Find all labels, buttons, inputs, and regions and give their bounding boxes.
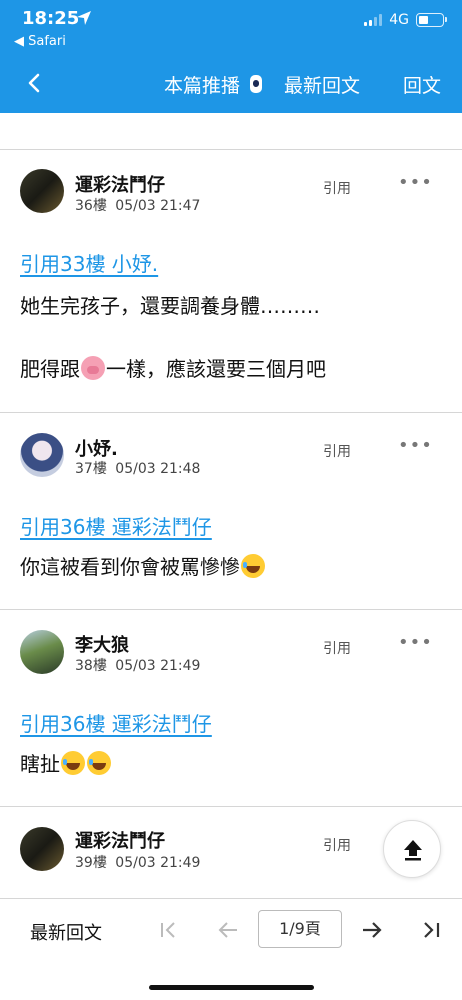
rofl-emoji-icon (61, 751, 85, 775)
post-text-fragment: 瞎扯 (20, 752, 60, 776)
top-bar: 18:25 ◀ Safari 4G 本篇推播 最新回文 回文 (0, 0, 462, 113)
avatar[interactable] (20, 169, 64, 213)
floor-number: 38樓 (75, 658, 107, 674)
more-dots-icon[interactable]: ••• (398, 435, 433, 456)
quote-button[interactable]: 引用 (323, 638, 351, 658)
latest-replies-button[interactable]: 最新回文 (284, 71, 360, 98)
pig-emoji-icon (81, 356, 105, 380)
status-right: 4G (364, 12, 447, 28)
quote-button[interactable]: 引用 (323, 441, 351, 461)
divider (0, 149, 462, 150)
post-datetime: 05/03 21:49 (115, 658, 201, 674)
username[interactable]: 李大狼 (75, 631, 129, 657)
username[interactable]: 運彩法鬥仔 (75, 827, 165, 853)
post-datetime: 05/03 21:49 (115, 855, 201, 871)
latest-replies-tab[interactable]: 最新回文 (30, 919, 102, 945)
floor-number: 37樓 (75, 461, 107, 477)
floor-number: 39樓 (75, 855, 107, 871)
post-meta: 39樓 05/03 21:49 (75, 852, 200, 872)
quote-button[interactable]: 引用 (323, 178, 351, 198)
scroll-top-button[interactable] (383, 820, 441, 878)
post-datetime: 05/03 21:47 (115, 198, 201, 214)
post-text-fragment: 肥得跟 (20, 357, 80, 381)
quote-link[interactable]: 引用36樓 運彩法鬥仔 (20, 708, 212, 737)
broadcast-button[interactable]: 本篇推播 (164, 71, 240, 98)
username[interactable]: 運彩法鬥仔 (75, 171, 165, 197)
first-page-icon[interactable] (158, 919, 180, 941)
page-indicator[interactable]: 1/9頁 (258, 910, 342, 948)
quote-button[interactable]: 引用 (323, 835, 351, 855)
divider (0, 412, 462, 413)
tears-of-joy-emoji-icon (241, 554, 265, 578)
post-datetime: 05/03 21:48 (115, 461, 201, 477)
battery-icon (416, 13, 447, 27)
back-chevron-icon[interactable] (24, 70, 46, 96)
signal-icon (364, 14, 383, 26)
more-dots-icon[interactable]: ••• (398, 172, 433, 193)
post-meta: 37樓 05/03 21:48 (75, 458, 200, 478)
last-page-icon[interactable] (420, 919, 442, 941)
location-arrow-icon (77, 11, 91, 25)
network-type: 4G (389, 12, 409, 28)
quote-link[interactable]: 引用36樓 運彩法鬥仔 (20, 511, 212, 540)
avatar[interactable] (20, 630, 64, 674)
divider (0, 806, 462, 807)
prev-page-icon[interactable] (216, 919, 240, 941)
post-meta: 36樓 05/03 21:47 (75, 195, 200, 215)
more-dots-icon[interactable]: ••• (398, 632, 433, 653)
status-time: 18:25 (22, 8, 80, 29)
floor-number: 36樓 (75, 198, 107, 214)
post-text-fragment: 一樣，應該還要三個月吧 (106, 357, 326, 381)
post-text: 瞎扯 (20, 748, 112, 777)
post-meta: 38樓 05/03 21:49 (75, 655, 200, 675)
quote-link[interactable]: 引用33樓 小妤. (20, 248, 158, 277)
rofl-emoji-icon (87, 751, 111, 775)
post-text-fragment: 你這被看到你會被罵慘慘 (20, 555, 240, 579)
reply-button[interactable]: 回文 (403, 71, 441, 98)
avatar[interactable] (20, 827, 64, 871)
post-text: 肥得跟 一樣，應該還要三個月吧 (20, 353, 326, 382)
post-text: 你這被看到你會被罵慘慘 (20, 551, 266, 580)
scroll-top-icon (404, 840, 422, 861)
next-page-icon[interactable] (360, 919, 384, 941)
post-text: 她生完孩子，還要調養身體……… (20, 294, 320, 318)
home-indicator (149, 985, 314, 990)
broadcast-icon[interactable] (250, 75, 262, 93)
back-to-safari-link[interactable]: ◀ Safari (14, 34, 66, 49)
divider (0, 609, 462, 610)
avatar[interactable] (20, 433, 64, 477)
